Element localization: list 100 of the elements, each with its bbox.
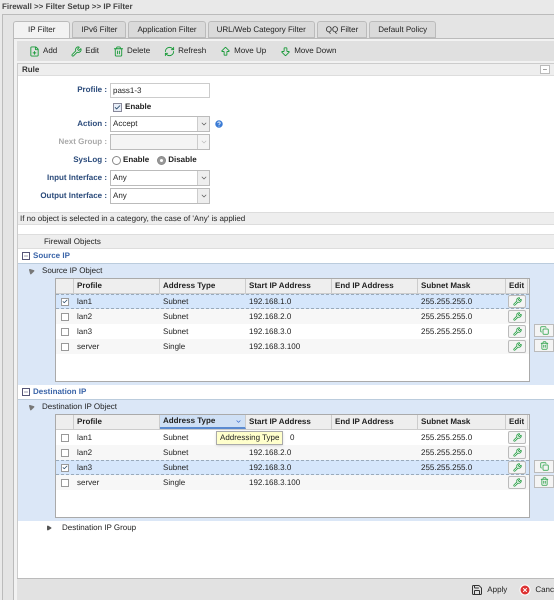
table-cell: 192.168.1.0	[249, 296, 292, 306]
expanded-triangle-icon[interactable]	[26, 266, 36, 276]
tooltip: Addressing Type	[216, 431, 284, 445]
action-select[interactable]: Accept	[110, 116, 210, 132]
file-plus-icon	[29, 46, 40, 56]
column-header[interactable]: Start IP Address	[246, 415, 332, 429]
column-header[interactable]: Address Type	[160, 279, 246, 293]
table-row[interactable]: lan2 Subnet 192.168.2.0 255.255.255.0	[56, 309, 529, 324]
object-title: Destination IP Object	[42, 401, 118, 413]
column-header[interactable]: Subnet Mask	[418, 279, 506, 293]
toolbar-button[interactable]: Move Up	[220, 45, 266, 57]
chevron-down-icon	[200, 138, 208, 146]
enable-checkbox[interactable]	[113, 102, 122, 112]
toolbar-button[interactable]: Add	[29, 45, 58, 57]
table-cell: lan1	[77, 296, 92, 306]
table-row[interactable]: server Single 192.168.3.100	[56, 475, 529, 490]
edit-button[interactable]	[508, 340, 526, 353]
toolbar-button[interactable]: Refresh	[164, 45, 206, 57]
column-header[interactable]: Address Type	[160, 415, 246, 429]
tab[interactable]: Default Policy	[369, 21, 436, 38]
chevron-down-icon	[200, 174, 208, 182]
row-checkbox[interactable]	[61, 328, 69, 336]
tab[interactable]: URL/Web Category Filter	[208, 21, 315, 38]
table-cell: lan3	[77, 326, 92, 336]
collapse-toggle[interactable]	[22, 388, 30, 396]
table-cell: Single	[163, 478, 186, 486]
table-row[interactable]: server Single 192.168.3.100	[56, 339, 529, 354]
save-icon	[471, 584, 484, 596]
help-icon[interactable]	[214, 119, 224, 129]
table-cell: 255.255.255.0	[421, 296, 472, 306]
table-row[interactable]: lan1 Subnet 192.168.1.0 255.255.255.0	[56, 294, 529, 309]
toolbar-button[interactable]: Edit	[71, 45, 100, 57]
table-row[interactable]: lan3 Subnet 192.168.3.0 255.255.255.0	[56, 460, 529, 475]
radio-button[interactable]	[157, 156, 166, 164]
tab[interactable]: IP Filter	[13, 21, 70, 38]
group-title: Destination IP Group	[62, 522, 136, 534]
table-row[interactable]: lan2 Subnet 192.168.2.0 255.255.255.0	[56, 445, 529, 460]
cancel-icon	[519, 584, 532, 596]
checkbox-label: Enable	[125, 101, 152, 113]
footer-button[interactable]: Canc	[519, 584, 554, 596]
edit-button[interactable]	[508, 310, 526, 323]
edit-button[interactable]	[508, 446, 526, 459]
collapse-toggle[interactable]	[22, 252, 30, 260]
table-cell: Subnet	[163, 326, 188, 336]
field-label: Next Group :	[58, 136, 108, 148]
add-object-button[interactable]	[534, 324, 554, 337]
remove-object-button[interactable]	[534, 475, 554, 488]
tab[interactable]: IPv6 Filter	[72, 21, 126, 38]
column-header[interactable]: Profile	[74, 279, 160, 293]
table-cell: Subnet	[163, 312, 188, 320]
profile-field[interactable]: pass1-3	[110, 82, 210, 98]
toolbar-button[interactable]: Delete	[113, 45, 150, 57]
wrench-icon	[512, 463, 522, 472]
info-note: If no object is selected in a category, the case of 'Any' is applied	[20, 212, 246, 224]
row-checkbox[interactable]	[61, 312, 69, 320]
toolbar-button[interactable]: Move Down	[280, 45, 336, 57]
table-cell: 192.168.3.100	[249, 342, 300, 350]
panel-title: Rule	[22, 64, 40, 76]
trash-icon	[540, 477, 548, 486]
column-header[interactable]: End IP Address	[332, 415, 418, 429]
row-checkbox[interactable]	[61, 342, 69, 350]
edit-button[interactable]	[508, 325, 526, 338]
expanded-triangle-icon[interactable]	[26, 402, 36, 412]
row-checkbox[interactable]	[61, 464, 69, 472]
footer-button[interactable]: Apply	[471, 584, 508, 596]
edit-button[interactable]	[508, 431, 526, 444]
input-interface-select[interactable]: Any	[110, 170, 210, 186]
wrench-icon	[512, 448, 522, 457]
trash-icon	[113, 46, 124, 56]
field-label: Action :	[76, 118, 108, 130]
table-cell: Subnet	[163, 462, 188, 472]
output-interface-select[interactable]: Any	[110, 188, 210, 204]
section-title: Firewall Objects	[44, 236, 101, 248]
wrench-icon	[512, 433, 522, 442]
section-title: Destination IP	[33, 386, 86, 398]
column-header[interactable]: Subnet Mask	[418, 415, 506, 429]
column-header[interactable]: Edit	[506, 415, 528, 429]
table-cell: Subnet	[163, 432, 188, 442]
table-cell: server	[77, 478, 100, 486]
column-header[interactable]: End IP Address	[332, 279, 418, 293]
wrench-icon	[71, 46, 82, 56]
add-object-button[interactable]	[534, 460, 554, 473]
row-checkbox[interactable]	[61, 434, 69, 442]
table-cell: 255.255.255.0	[421, 432, 472, 442]
section-title: Source IP	[33, 250, 70, 262]
edit-button[interactable]	[508, 476, 526, 489]
radio-button[interactable]	[112, 156, 121, 164]
row-checkbox[interactable]	[61, 448, 69, 456]
table-cell: lan2	[77, 312, 92, 320]
tab[interactable]: Application Filter	[128, 21, 206, 38]
edit-button[interactable]	[508, 295, 526, 308]
edit-button[interactable]	[508, 461, 526, 474]
tab[interactable]: QQ Filter	[316, 21, 368, 38]
row-checkbox[interactable]	[61, 478, 69, 486]
collapsed-triangle-icon[interactable]	[46, 525, 52, 531]
row-checkbox[interactable]	[61, 298, 69, 306]
remove-object-button[interactable]	[534, 339, 554, 352]
sort-icon[interactable]	[235, 418, 242, 424]
column-header[interactable]: Start IP Address	[246, 279, 332, 293]
column-header[interactable]: Edit	[506, 279, 528, 293]
